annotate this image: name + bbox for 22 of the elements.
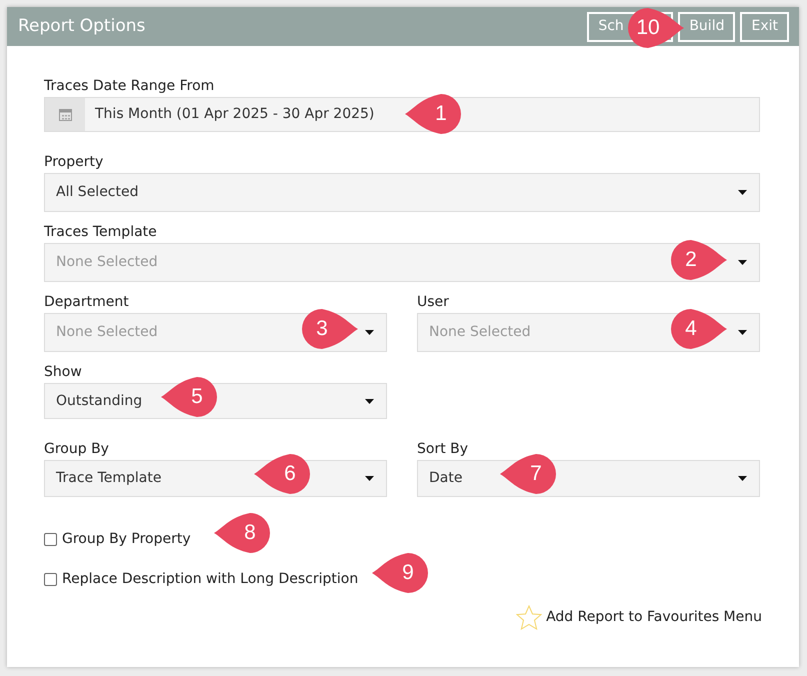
- callout-tooltip: 8: [214, 513, 270, 553]
- callout-tooltip: 7: [500, 454, 556, 494]
- callout-tooltip: 9: [372, 553, 428, 593]
- callout-tooltip: 4: [671, 309, 727, 349]
- checkbox-label: Group By Property: [62, 530, 191, 548]
- checkbox-label: Replace Description with Long Description: [62, 570, 358, 588]
- field-label: Group By: [44, 440, 110, 459]
- window-title: Report Options: [18, 14, 146, 38]
- field-label: Traces Date Range From: [44, 77, 216, 96]
- callout-tooltip: 6: [254, 454, 310, 494]
- callout-tooltip: 2: [671, 240, 727, 280]
- field-label: Traces Template: [44, 223, 158, 242]
- field-label: Property: [44, 153, 104, 172]
- callout-tooltip: 10: [628, 8, 684, 48]
- field-label: Department: [44, 293, 130, 312]
- field-value: This Month (01 Apr 2025 - 30 Apr 2025): [94, 105, 374, 124]
- callout-tooltip: 1: [405, 94, 461, 134]
- callout-tooltip: 5: [161, 377, 217, 417]
- field-label: User: [417, 293, 450, 312]
- field-label: Show: [44, 363, 83, 382]
- field-label: Sort By: [417, 440, 470, 459]
- callout-tooltip: 3: [302, 309, 358, 349]
